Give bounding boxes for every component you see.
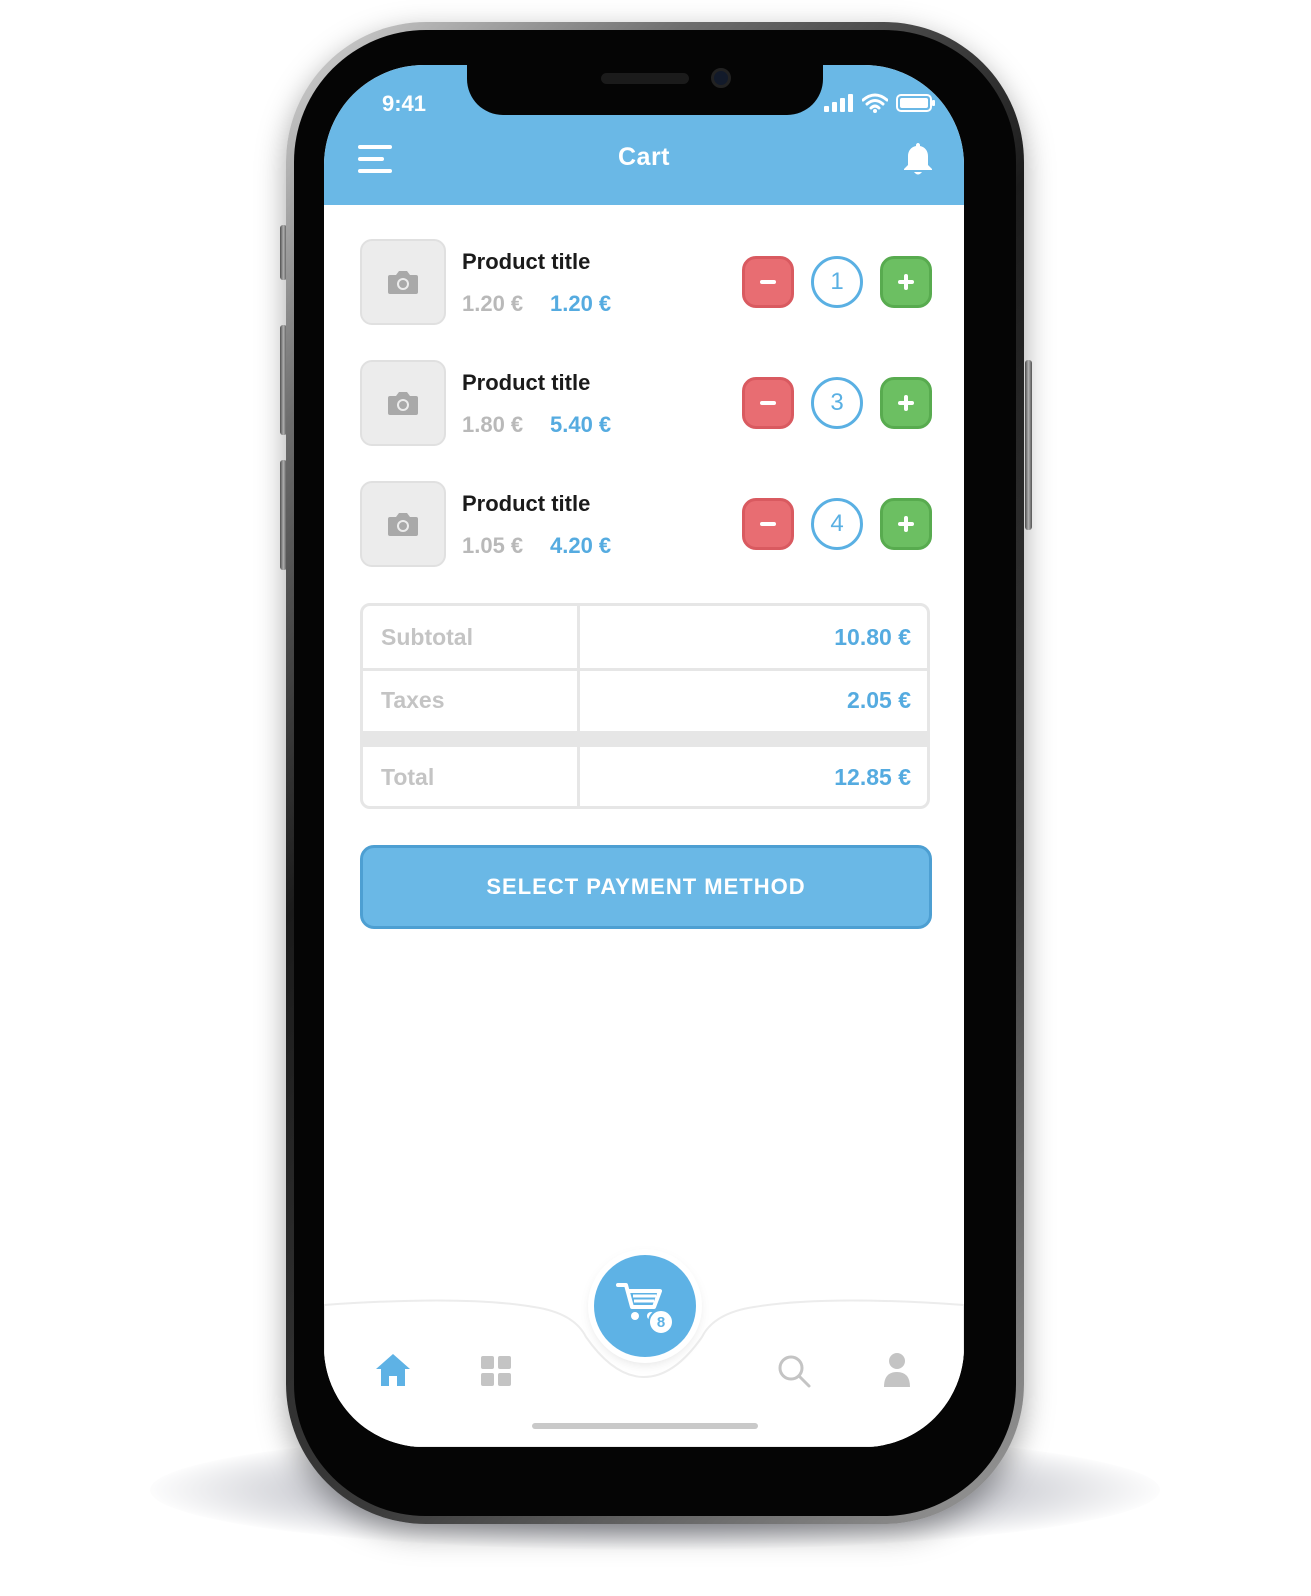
home-indicator — [532, 1423, 758, 1429]
grid-icon[interactable] — [480, 1355, 512, 1387]
product-image-placeholder — [360, 239, 446, 325]
status-time: 9:41 — [382, 91, 427, 116]
unit-price: 1.20 € — [462, 291, 524, 316]
line-total: 1.20 € — [550, 291, 612, 316]
subtotal-row: Subtotal 10.80 € — [363, 606, 927, 668]
taxes-value: 2.05 € — [847, 687, 911, 713]
line-total: 4.20 € — [550, 533, 612, 558]
status-icons — [824, 93, 936, 113]
user-icon[interactable] — [882, 1351, 912, 1389]
power-button — [1025, 360, 1032, 530]
increase-quantity-button[interactable] — [880, 256, 932, 308]
battery-icon — [896, 94, 935, 112]
total-separator — [363, 731, 927, 747]
product-image-placeholder — [360, 360, 446, 446]
minus-icon — [760, 522, 776, 526]
taxes-label: Taxes — [381, 687, 445, 713]
subtotal-label: Subtotal — [381, 624, 473, 650]
front-camera — [711, 68, 731, 88]
decrease-quantity-button[interactable] — [742, 377, 794, 429]
quantity-indicator: 1 — [811, 256, 863, 308]
unit-price: 1.80 € — [462, 412, 524, 437]
camera-icon — [388, 271, 418, 294]
app-screen: 9:41 Cart Product title 1.20 € 1.20 € 1 … — [324, 65, 964, 1447]
search-icon[interactable] — [776, 1353, 812, 1389]
plus-icon — [898, 395, 914, 411]
quantity-indicator: 4 — [811, 498, 863, 550]
product-image-placeholder — [360, 481, 446, 567]
camera-icon — [388, 513, 418, 536]
unit-price: 1.05 € — [462, 533, 524, 558]
column-divider — [577, 606, 580, 806]
cart-count-badge: 8 — [648, 1309, 674, 1335]
plus-icon — [898, 516, 914, 532]
increase-quantity-button[interactable] — [880, 498, 932, 550]
decrease-quantity-button[interactable] — [742, 498, 794, 550]
increase-quantity-button[interactable] — [880, 377, 932, 429]
line-total: 5.40 € — [550, 412, 612, 437]
taxes-row: Taxes 2.05 € — [363, 669, 927, 731]
cart-button[interactable]: 8 — [594, 1255, 696, 1357]
quantity-indicator: 3 — [811, 377, 863, 429]
product-title: Product title — [462, 491, 591, 516]
total-row: Total 12.85 € — [363, 746, 927, 806]
signal-icon — [824, 94, 853, 112]
notch — [467, 65, 823, 115]
app-header: 9:41 Cart — [324, 65, 964, 205]
order-summary-table: Subtotal 10.80 € Taxes 2.05 € Total 12.8… — [360, 603, 930, 809]
cart-item: Product title 1.80 € 5.40 € 3 — [360, 360, 932, 448]
bell-icon[interactable] — [902, 141, 934, 177]
home-icon[interactable] — [374, 1352, 412, 1388]
speaker-grille — [601, 73, 689, 84]
total-value: 12.85 € — [834, 764, 911, 790]
product-title: Product title — [462, 370, 591, 395]
decrease-quantity-button[interactable] — [742, 256, 794, 308]
page-title: Cart — [617, 143, 670, 171]
minus-icon — [760, 401, 776, 405]
camera-icon — [388, 392, 418, 415]
select-payment-method-button[interactable]: SELECT PAYMENT METHOD — [360, 845, 932, 929]
minus-icon — [760, 280, 776, 284]
plus-icon — [898, 274, 914, 290]
cart-item: Product title 1.20 € 1.20 € 1 — [360, 239, 932, 327]
total-label: Total — [381, 764, 435, 790]
wifi-icon — [862, 93, 888, 113]
product-title: Product title — [462, 249, 591, 274]
subtotal-value: 10.80 € — [834, 624, 911, 650]
cart-item: Product title 1.05 € 4.20 € 4 — [360, 481, 932, 569]
